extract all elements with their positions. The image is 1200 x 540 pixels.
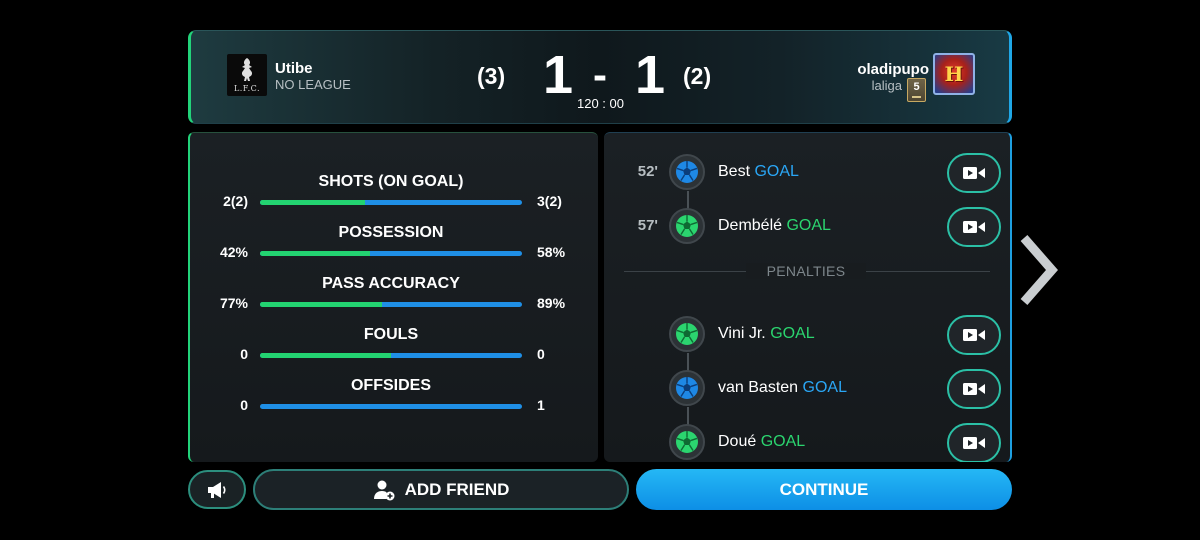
chat-button[interactable] [188,470,246,509]
away-club-crest: H [933,53,975,95]
stat-title: PASS ACCURACY [322,275,460,292]
away-league: laliga [871,78,902,93]
penalties-label: PENALTIES [746,263,866,279]
add-friend-label: ADD FRIEND [404,479,510,499]
match-stats-panel: SHOTS (ON GOAL) 2(2) 3(2) POSSESSION 42%… [188,132,598,462]
scoreboard: (3) 1 - 1 (2) 120 : 00 [471,45,731,115]
stat-away-value: 89% [537,295,566,311]
event-row: van Basten GOAL [604,369,1008,409]
event-minute: 57' [637,217,658,234]
stat-away-value: 58% [537,244,566,260]
event-text: Dembélé GOAL [718,217,831,235]
stat-away-value: 1 [537,397,545,413]
event-text: van Basten GOAL [718,379,847,397]
stat-row-pass-accuracy: PASS ACCURACY 77% 89% [190,275,600,325]
replay-button[interactable] [947,315,1001,355]
home-score: 1 [543,45,574,105]
liverbird-icon [241,58,253,81]
stat-bar-home-fill [260,302,382,307]
stat-home-value: 0 [240,346,248,362]
megaphone-icon [208,481,226,498]
add-friend-button[interactable]: ADD FRIEND [253,469,629,510]
replay-button[interactable] [947,207,1001,247]
match-events-panel[interactable]: 52' Best GOAL 57' Dembélé GOAL PENALTIES [604,132,1012,462]
blue-ball-icon [669,370,705,406]
continue-button[interactable]: CONTINUE [636,469,1012,510]
home-league: NO LEAGUE [275,77,351,92]
event-text: Vini Jr. GOAL [718,325,815,343]
stat-home-value: 0 [240,397,248,413]
stat-row-possession: POSSESSION 42% 58% [190,224,600,274]
stat-away-value: 3(2) [537,193,562,209]
event-text: Doué GOAL [718,433,805,451]
stat-bar [260,353,522,358]
stat-row-offsides: OFFSIDES 0 1 [190,377,600,427]
event-player: Dembélé [718,217,783,234]
stat-home-value: 2(2) [223,193,248,209]
stat-title: POSSESSION [338,224,444,241]
event-row: 52' Best GOAL [604,153,1008,193]
event-player: Vini Jr. [718,325,766,342]
level-badge: 5 [907,78,926,102]
stat-away-value: 0 [537,346,545,362]
replay-button[interactable] [947,369,1001,409]
stat-bar [260,251,522,256]
event-player: Best [718,163,751,180]
stat-title: FOULS [363,326,419,343]
match-header: L.F.C. Utibe NO LEAGUE (3) 1 - 1 (2) 120… [188,30,1012,124]
video-camera-icon [963,221,985,233]
stat-title: OFFSIDES [350,377,431,394]
home-penalty-score: (3) [477,63,506,89]
event-label: GOAL [754,163,799,180]
video-camera-icon [963,329,985,341]
away-penalty-score: (2) [683,63,712,89]
green-ball-icon [669,208,705,244]
away-score: 1 [635,45,666,105]
home-club-crest: L.F.C. [227,54,267,96]
stat-row-fouls: FOULS 0 0 [190,326,600,376]
stat-row-shots: SHOTS (ON GOAL) 2(2) 3(2) [190,173,600,223]
event-player: Doué [718,433,757,450]
event-row: 57' Dembélé GOAL [604,207,1008,247]
chevron-right-icon[interactable] [1016,232,1060,308]
event-label: GOAL [786,217,831,234]
event-text: Best GOAL [718,163,799,181]
event-row: Vini Jr. GOAL [604,315,1008,355]
event-label: GOAL [802,379,847,396]
replay-button[interactable] [947,423,1001,462]
home-player-name: Utibe [275,60,313,77]
match-clock: 120 : 00 [577,96,624,111]
stat-bar-home-fill [260,200,365,205]
home-crest-text: L.F.C. [233,84,261,93]
stat-title: SHOTS (ON GOAL) [318,173,464,190]
video-camera-icon [963,167,985,179]
event-label: GOAL [760,433,806,450]
event-row: Doué GOAL [604,423,1008,462]
video-camera-icon [963,437,985,449]
blue-ball-icon [669,154,705,190]
stat-bar-home-fill [260,353,391,358]
green-ball-icon [669,316,705,352]
stat-bar-home-fill [260,251,371,256]
event-player: van Basten [718,379,799,396]
event-minute: 52' [637,163,658,180]
stat-bar [260,404,522,409]
stat-home-value: 77% [219,295,248,311]
replay-button[interactable] [947,153,1001,193]
event-label: GOAL [770,325,815,342]
away-player-name: oladipupo [857,61,929,78]
stat-bar [260,302,522,307]
add-user-icon [373,480,395,500]
green-ball-icon [669,424,705,460]
stat-home-value: 42% [219,244,248,260]
stat-bar [260,200,522,205]
video-camera-icon [963,383,985,395]
continue-label: CONTINUE [779,479,869,499]
